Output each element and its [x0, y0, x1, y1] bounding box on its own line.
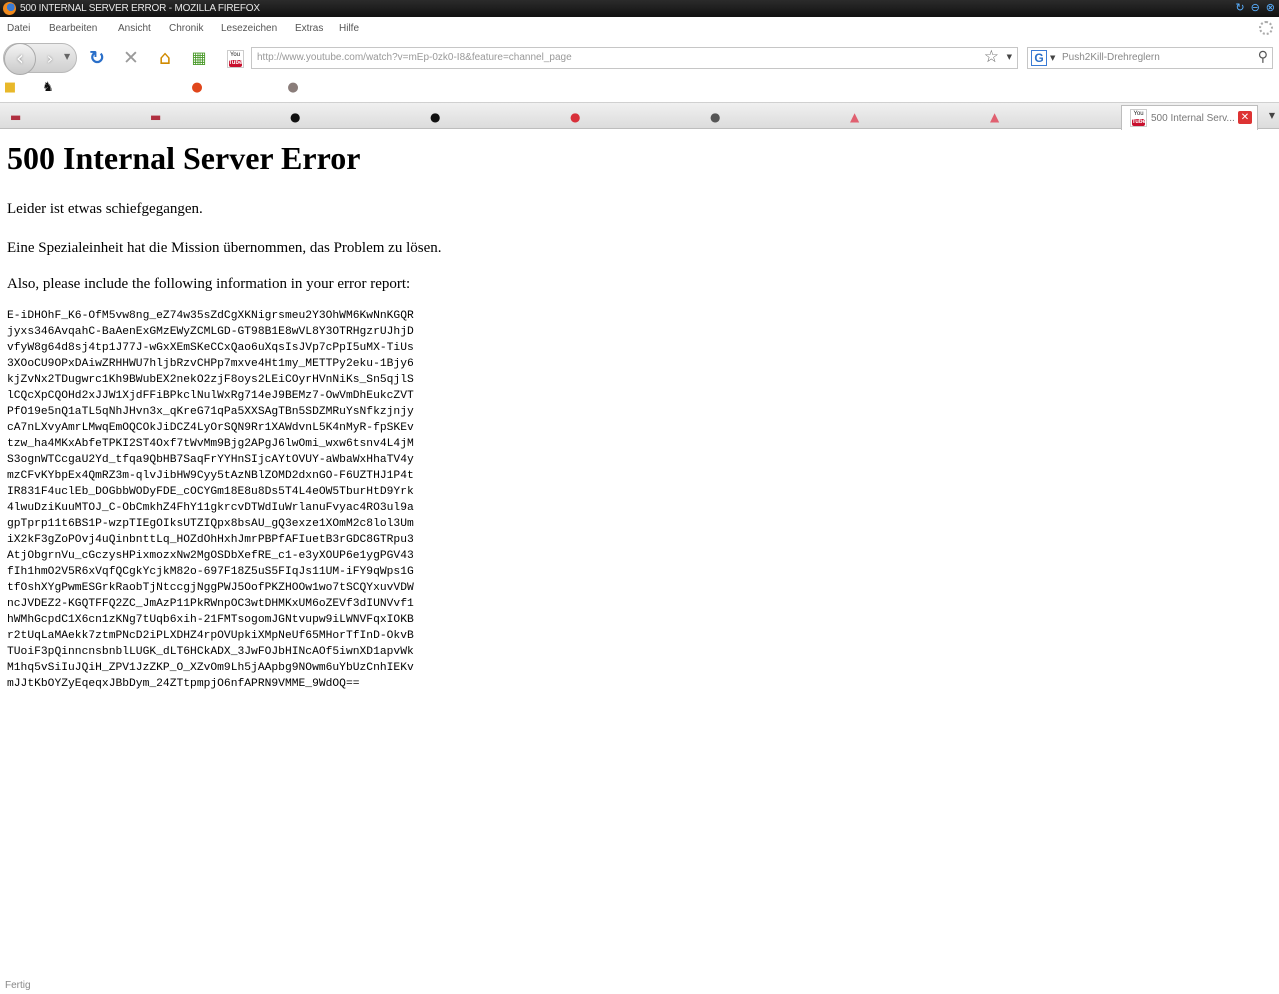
window-controls: ↻ ⊖ ⊗: [1229, 0, 1275, 17]
search-input[interactable]: Push2Kill-Drehreglern: [1062, 52, 1160, 63]
tab-bar: ▬ ▬ ● ● ● ● ▲ ▲ You Tube 500 Internal Ser…: [0, 102, 1279, 130]
search-bar[interactable]: G ▼ Push2Kill-Drehreglern ⚲: [1027, 47, 1273, 69]
menu-datei[interactable]: Datei: [7, 23, 30, 34]
tab-title: 500 Internal Serv...: [1151, 113, 1235, 124]
tab-close-icon[interactable]: ✕: [1238, 111, 1252, 124]
error-report-code: E-iDHOhF_K6-OfM5vw8ng_eZ74w35sZdCgXKNigr…: [7, 310, 414, 690]
navigation-toolbar: ‹ › ▼ ↻ ✕ ⌂ ▦ You Tube http://www.youtube…: [0, 41, 1279, 77]
bookmark-star-icon[interactable]: ☆: [984, 47, 999, 67]
history-dropdown-icon[interactable]: ▼: [64, 52, 70, 61]
tab-favicon-3[interactable]: ●: [290, 106, 300, 128]
home-icon[interactable]: ⌂: [154, 47, 176, 69]
bookmark-add-icon[interactable]: ▦: [188, 47, 210, 69]
tab-favicon-4[interactable]: ●: [430, 106, 440, 128]
menu-ansicht[interactable]: Ansicht: [118, 23, 151, 34]
menu-bar: Datei Bearbeiten Ansicht Chronik Lesezei…: [0, 17, 1279, 41]
tab-favicon-6[interactable]: ●: [710, 106, 720, 128]
back-button[interactable]: ‹: [4, 43, 36, 75]
youtube-site-icon: You Tube: [226, 50, 244, 68]
url-bar[interactable]: http://www.youtube.com/watch?v=mEp-0zk0-…: [251, 47, 1018, 69]
tab-favicon-8[interactable]: ▲: [990, 106, 999, 128]
tab-favicon-2[interactable]: ▬: [150, 106, 161, 128]
tab-favicon-5[interactable]: ●: [570, 106, 580, 128]
search-icon[interactable]: ⚲: [1258, 49, 1268, 65]
url-text[interactable]: http://www.youtube.com/watch?v=mEp-0zk0-…: [257, 52, 572, 63]
close-window-icon[interactable]: ⊗: [1266, 2, 1275, 14]
menu-extras[interactable]: Extras: [295, 23, 323, 34]
throbber-icon: [1259, 21, 1273, 35]
status-bar: Fertig: [0, 978, 1279, 994]
stop-icon[interactable]: ✕: [120, 47, 142, 69]
forward-button[interactable]: ›: [39, 49, 61, 69]
page-title: 500 Internal Server Error: [7, 140, 361, 176]
bookmark-favicon-1[interactable]: ♞: [40, 80, 56, 96]
error-message-2: Eine Spezialeinheit hat die Mission über…: [7, 240, 442, 256]
youtube-tab-icon: You Tube: [1130, 109, 1147, 127]
bookmark-folder-icon[interactable]: ■: [2, 80, 18, 96]
restore-icon[interactable]: ⊖: [1251, 2, 1260, 14]
menu-hilfe[interactable]: Hilfe: [339, 23, 359, 34]
window-title-bar: 500 INTERNAL SERVER ERROR - MOZILLA FIRE…: [0, 0, 1279, 17]
menu-bearbeiten[interactable]: Bearbeiten: [49, 23, 97, 34]
tab-favicon-1[interactable]: ▬: [10, 106, 21, 128]
page-content: 500 Internal Server Error Leider ist etw…: [7, 130, 1267, 690]
menu-chronik[interactable]: Chronik: [169, 23, 203, 34]
search-engine-icon[interactable]: G: [1031, 50, 1047, 66]
window-title: 500 INTERNAL SERVER ERROR - MOZILLA FIRE…: [20, 3, 260, 14]
error-message-1: Leider ist etwas schiefgegangen.: [7, 201, 203, 217]
tab-active[interactable]: You Tube 500 Internal Serv... ✕: [1121, 105, 1258, 130]
status-text: Fertig: [5, 980, 31, 991]
tab-favicon-7[interactable]: ▲: [850, 106, 859, 128]
bookmarks-toolbar: ■ ♞ ● ●: [0, 77, 1279, 100]
minimize-icon[interactable]: ↻: [1235, 2, 1244, 14]
error-report-instruction: Also, please include the following infor…: [7, 276, 411, 292]
url-dropdown-icon[interactable]: ▼: [1007, 53, 1012, 61]
firefox-icon: [3, 2, 16, 15]
search-engine-dropdown-icon[interactable]: ▼: [1050, 54, 1055, 62]
tab-list-dropdown-icon[interactable]: ▼: [1269, 111, 1275, 120]
bookmark-favicon-2[interactable]: ●: [189, 80, 205, 96]
menu-lesezeichen[interactable]: Lesezeichen: [221, 23, 277, 34]
reload-icon[interactable]: ↻: [86, 47, 108, 69]
bookmark-favicon-3[interactable]: ●: [285, 80, 301, 96]
